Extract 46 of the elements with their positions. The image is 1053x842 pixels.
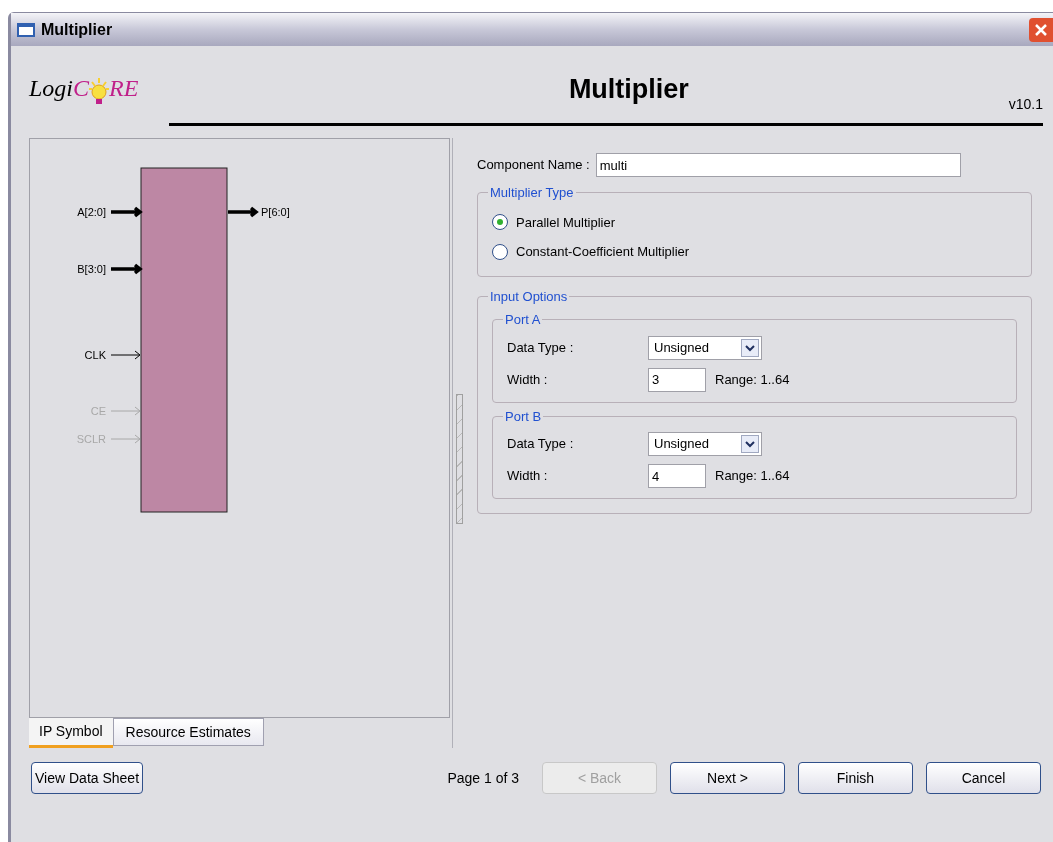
close-icon [1034,22,1048,37]
width-field[interactable]: 4 [648,464,706,488]
port-label: P[6:0] [261,206,290,218]
port-label: CLK [84,349,106,361]
wizard-button[interactable]: Cancel [926,762,1041,794]
lightbulb-icon [89,76,110,106]
data-type-label: Data Type : [507,435,575,454]
group-legend: Input Options [488,286,570,306]
logicore-logo: LogiC RE [29,70,169,106]
data-type-dropdown[interactable]: Unsigned [648,432,762,456]
panel-tab[interactable]: Resource Estimates [112,718,264,746]
component-name-label: Component Name : [477,156,590,175]
close-button[interactable] [1029,17,1053,42]
range-label: Range: 1..64 [715,467,790,486]
window-title: Multiplier [41,19,113,40]
port-label: B[3:0] [77,263,106,275]
radio-button[interactable] [492,243,508,260]
port-label: SCLR [76,433,106,445]
width-label: Width : [507,370,549,389]
group-legend: Port A [503,310,543,330]
version-label: v10.1 [1008,95,1043,114]
dropdown-caret-icon [741,338,759,357]
radio-label: Parallel Multiplier [516,213,615,232]
wizard-button[interactable]: Finish [798,762,913,794]
splitter-handle[interactable] [456,394,463,524]
radio-button[interactable] [492,214,508,231]
range-label: Range: 1..64 [715,370,790,389]
port-label: A[2:0] [77,206,106,218]
wizard-button[interactable]: Next > [670,762,785,794]
group-legend: Multiplier Type [488,183,576,203]
data-type-label: Data Type : [507,338,575,357]
component-name-field[interactable]: multi [595,153,961,177]
radio-option[interactable]: Parallel Multiplier [492,212,1017,232]
dropdown-caret-icon [741,435,759,453]
radio-label: Constant-Coefficient Multiplier [516,243,690,261]
window-icon [17,22,35,37]
panel-tab[interactable]: IP Symbol [29,718,113,748]
data-type-dropdown[interactable]: Unsigned [648,335,762,360]
width-field[interactable]: 3 [648,367,706,392]
view-data-sheet-button[interactable]: View Data Sheet [31,762,144,794]
page-title: Multiplier [567,72,690,106]
port-label: CE [90,405,106,417]
page-indicator: Page 1 of 3 [447,768,519,788]
radio-option[interactable]: Constant-Coefficient Multiplier [492,242,1017,262]
width-label: Width : [507,467,549,486]
group-legend: Port B [503,406,544,426]
